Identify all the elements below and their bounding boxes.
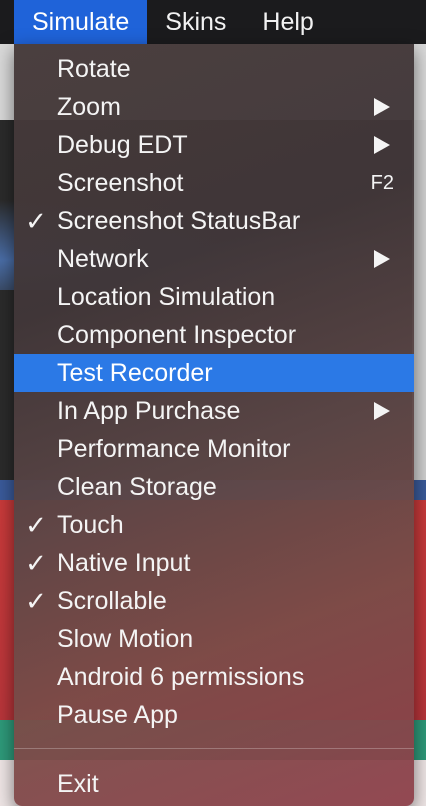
submenu-arrow-icon bbox=[374, 98, 390, 116]
menu-item-label: Screenshot StatusBar bbox=[57, 206, 301, 235]
menu-item-screenshot-statusbar[interactable]: ✓ Screenshot StatusBar bbox=[14, 202, 414, 240]
menu-item-rotate[interactable]: Rotate bbox=[14, 50, 414, 88]
menubar-help[interactable]: Help bbox=[244, 0, 331, 44]
menu-item-location-simulation[interactable]: Location Simulation bbox=[14, 278, 414, 316]
menu-item-label: Test Recorder bbox=[57, 358, 213, 387]
menu-items: Rotate Zoom Debug EDT Screenshot F2 ✓ Screensh… bbox=[14, 50, 414, 734]
menu-item-label: Component Inspector bbox=[57, 320, 297, 349]
menu-item-network[interactable]: Network bbox=[14, 240, 414, 278]
background-panel bbox=[412, 120, 426, 480]
menubar-skins[interactable]: Skins bbox=[147, 0, 244, 44]
menu-bar: Simulate Skins Help bbox=[0, 0, 426, 44]
menu-item-label: In App Purchase bbox=[57, 396, 241, 425]
keyboard-shortcut: F2 bbox=[370, 171, 394, 194]
menu-item-native-input[interactable]: ✓ Native Input bbox=[14, 544, 414, 582]
menu-item-slow-motion[interactable]: Slow Motion bbox=[14, 620, 414, 658]
menu-item-test-recorder[interactable]: Test Recorder bbox=[14, 354, 414, 392]
menu-item-exit[interactable]: Exit bbox=[14, 765, 414, 803]
menu-item-label: Location Simulation bbox=[57, 282, 276, 311]
menu-item-label: Zoom bbox=[57, 92, 121, 121]
menu-separator bbox=[14, 748, 414, 749]
menu-item-touch[interactable]: ✓ Touch bbox=[14, 506, 414, 544]
menu-item-zoom[interactable]: Zoom bbox=[14, 88, 414, 126]
checkmark-icon: ✓ bbox=[25, 205, 47, 236]
menubar-simulate[interactable]: Simulate bbox=[14, 0, 148, 44]
menu-item-label: Rotate bbox=[57, 54, 131, 83]
menu-item-label: Slow Motion bbox=[57, 624, 194, 653]
menu-item-debug-edt[interactable]: Debug EDT bbox=[14, 126, 414, 164]
menu-item-label: Screenshot bbox=[57, 168, 184, 197]
menu-item-label: Scrollable bbox=[57, 586, 167, 615]
menu-item-label: Network bbox=[57, 244, 149, 273]
menu-item-label: Touch bbox=[57, 510, 124, 539]
submenu-arrow-icon bbox=[374, 250, 390, 268]
menu-item-performance-monitor[interactable]: Performance Monitor bbox=[14, 430, 414, 468]
checkmark-icon: ✓ bbox=[25, 547, 47, 578]
menu-item-label: Exit bbox=[57, 769, 99, 798]
menu-item-scrollable[interactable]: ✓ Scrollable bbox=[14, 582, 414, 620]
menu-item-clean-storage[interactable]: Clean Storage bbox=[14, 468, 414, 506]
menu-item-android-6-permissions[interactable]: Android 6 permissions bbox=[14, 658, 414, 696]
menu-item-in-app-purchase[interactable]: In App Purchase bbox=[14, 392, 414, 430]
menu-item-screenshot[interactable]: Screenshot F2 bbox=[14, 164, 414, 202]
submenu-arrow-icon bbox=[374, 136, 390, 154]
menu-item-pause-app[interactable]: Pause App bbox=[14, 696, 414, 734]
menu-item-label: Clean Storage bbox=[57, 472, 217, 501]
menu-item-label: Performance Monitor bbox=[57, 434, 291, 463]
menu-item-label: Android 6 permissions bbox=[57, 662, 305, 691]
menu-item-label: Native Input bbox=[57, 548, 191, 577]
checkmark-icon: ✓ bbox=[25, 585, 47, 616]
menu-item-label: Debug EDT bbox=[57, 130, 188, 159]
submenu-arrow-icon bbox=[374, 402, 390, 420]
simulate-dropdown-menu: Rotate Zoom Debug EDT Screenshot F2 ✓ Screensh… bbox=[14, 44, 414, 806]
checkmark-icon: ✓ bbox=[25, 509, 47, 540]
menu-item-label: Pause App bbox=[57, 700, 178, 729]
menu-item-component-inspector[interactable]: Component Inspector bbox=[14, 316, 414, 354]
